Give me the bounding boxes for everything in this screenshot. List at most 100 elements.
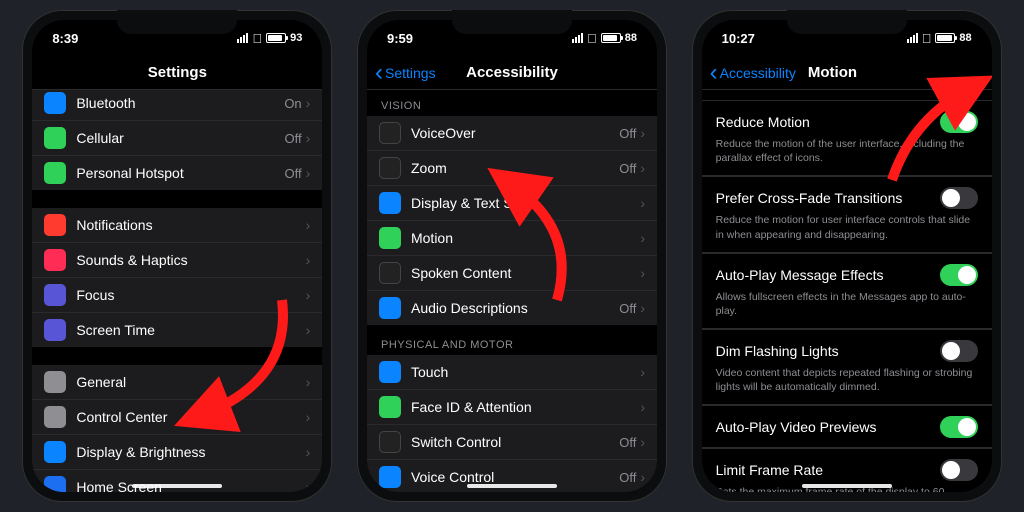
section-header: PHYSICAL AND MOTOR	[367, 325, 657, 355]
accessibility-list[interactable]: VISION VoiceOver Off › Zoom Off › Displa…	[367, 90, 657, 492]
row-label: Reduce Motion	[716, 114, 810, 130]
row-icon	[44, 127, 66, 149]
settings-list[interactable]: Bluetooth On › Cellular Off › Personal H…	[32, 90, 322, 492]
settings-row[interactable]: General ›	[32, 365, 322, 399]
motion-row: Limit Frame Rate	[702, 448, 992, 485]
row-icon	[44, 214, 66, 236]
phone-motion: 10:27 􀙇 88 Accessibility Motion Reduce M…	[692, 10, 1002, 502]
chevron-right-icon: ›	[640, 364, 645, 380]
battery-pct: 88	[625, 32, 637, 44]
chevron-right-icon: ›	[306, 409, 311, 425]
settings-row[interactable]: Focus ›	[32, 277, 322, 312]
row-label: Motion	[411, 230, 640, 246]
settings-row[interactable]: Cellular Off ›	[32, 120, 322, 155]
row-label: Zoom	[411, 160, 619, 176]
screen: 10:27 􀙇 88 Accessibility Motion Reduce M…	[702, 20, 992, 492]
toggle-switch[interactable]	[940, 459, 978, 481]
chevron-right-icon: ›	[306, 252, 311, 268]
settings-row[interactable]: Notifications ›	[32, 208, 322, 242]
settings-row[interactable]: Sounds & Haptics ›	[32, 242, 322, 277]
row-label: Switch Control	[411, 434, 619, 450]
row-value: On	[284, 96, 301, 111]
settings-row[interactable]: Face ID & Attention ›	[367, 389, 657, 424]
row-icon	[44, 319, 66, 341]
settings-row[interactable]: Motion ›	[367, 220, 657, 255]
chevron-right-icon: ›	[306, 479, 311, 492]
row-description: Reduce the motion of the user interface,…	[702, 137, 992, 176]
chevron-right-icon: ›	[306, 130, 311, 146]
row-label: Display & Text Size	[411, 195, 640, 211]
row-icon	[379, 361, 401, 383]
notch	[117, 10, 237, 34]
toggle-switch[interactable]	[940, 111, 978, 133]
battery-pct: 88	[959, 32, 971, 44]
row-icon	[379, 122, 401, 144]
home-indicator[interactable]	[802, 484, 892, 488]
battery-icon	[601, 33, 621, 43]
screen: 8:39 􀙇 93 Settings Bluetooth On › Cellul…	[32, 20, 322, 492]
motion-row: Auto-Play Message Effects	[702, 253, 992, 290]
settings-row[interactable]: Touch ›	[367, 355, 657, 389]
row-icon	[44, 284, 66, 306]
row-label: General	[76, 374, 305, 390]
row-icon	[44, 92, 66, 114]
row-label: Screen Time	[76, 322, 305, 338]
back-button[interactable]: Settings	[375, 65, 436, 81]
row-icon	[44, 441, 66, 463]
chevron-right-icon: ›	[640, 434, 645, 450]
chevron-right-icon: ›	[640, 300, 645, 316]
row-label: Face ID & Attention	[411, 399, 640, 415]
toggle-switch[interactable]	[940, 187, 978, 209]
settings-row[interactable]: Switch Control Off ›	[367, 424, 657, 459]
settings-row[interactable]: Display & Text Size ›	[367, 185, 657, 220]
settings-row[interactable]: Audio Descriptions Off ›	[367, 290, 657, 325]
row-label: Notifications	[76, 217, 305, 233]
settings-row[interactable]: Screen Time ›	[32, 312, 322, 347]
back-button[interactable]: Accessibility	[710, 65, 796, 81]
status-time: 10:27	[722, 31, 755, 46]
chevron-right-icon: ›	[306, 95, 311, 111]
row-icon	[44, 406, 66, 428]
motion-list[interactable]: Reduce Motion Reduce the motion of the u…	[702, 90, 992, 492]
row-icon	[379, 297, 401, 319]
row-label: Focus	[76, 287, 305, 303]
wifi-icon: 􀙇	[252, 31, 262, 46]
row-label: Control Center	[76, 409, 305, 425]
notch	[787, 10, 907, 34]
settings-row[interactable]: Bluetooth On ›	[32, 90, 322, 120]
page-title: Accessibility	[466, 64, 558, 81]
row-icon	[379, 466, 401, 488]
settings-row[interactable]: Personal Hotspot Off ›	[32, 155, 322, 190]
row-label: VoiceOver	[411, 125, 619, 141]
row-label: Limit Frame Rate	[716, 462, 823, 478]
home-indicator[interactable]	[467, 484, 557, 488]
battery-icon	[266, 33, 286, 43]
row-label: Spoken Content	[411, 265, 640, 281]
toggle-switch[interactable]	[940, 264, 978, 286]
chevron-right-icon: ›	[306, 322, 311, 338]
settings-row[interactable]: Spoken Content ›	[367, 255, 657, 290]
phone-accessibility: 9:59 􀙇 88 Settings Accessibility VISION …	[357, 10, 667, 502]
wifi-icon: 􀙇	[587, 31, 597, 46]
chevron-right-icon: ›	[306, 374, 311, 390]
status-time: 8:39	[52, 31, 78, 46]
wifi-icon: 􀙇	[922, 31, 932, 46]
home-indicator[interactable]	[132, 484, 222, 488]
settings-row[interactable]: Display & Brightness ›	[32, 434, 322, 469]
row-label: Auto-Play Message Effects	[716, 267, 884, 283]
settings-row[interactable]: VoiceOver Off ›	[367, 116, 657, 150]
row-label: Cellular	[76, 130, 284, 146]
toggle-switch[interactable]	[940, 416, 978, 438]
settings-row[interactable]: Control Center ›	[32, 399, 322, 434]
nav-bar: Settings Accessibility	[367, 56, 657, 90]
toggle-switch[interactable]	[940, 340, 978, 362]
chevron-right-icon: ›	[640, 399, 645, 415]
chevron-right-icon: ›	[306, 444, 311, 460]
signal-icon	[907, 33, 918, 43]
row-value: Off	[619, 435, 636, 450]
settings-row[interactable]: Zoom Off ›	[367, 150, 657, 185]
settings-row[interactable]: Home Screen ›	[32, 469, 322, 492]
row-description: Allows fullscreen effects in the Message…	[702, 290, 992, 329]
row-label: Auto-Play Video Previews	[716, 419, 877, 435]
status-time: 9:59	[387, 31, 413, 46]
